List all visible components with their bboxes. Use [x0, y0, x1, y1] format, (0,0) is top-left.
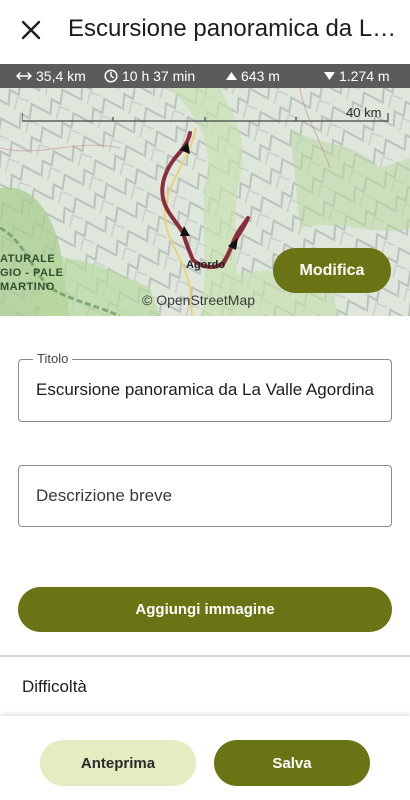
close-icon: [21, 20, 41, 40]
title-field[interactable]: Titolo Escursione panoramica da La Valle…: [18, 351, 392, 422]
map-scale-label: 40 km: [346, 105, 382, 120]
preview-button[interactable]: Anteprima: [40, 740, 196, 786]
map-town-label: Agordo: [186, 259, 226, 271]
title-field-label: Titolo: [33, 351, 73, 366]
triangle-down-icon: [324, 72, 335, 80]
region-label-line: GIO - PALE: [0, 267, 64, 279]
add-image-button[interactable]: Aggiungi immagine: [18, 587, 392, 632]
stat-descent: 1.274 m: [324, 64, 390, 88]
title-input[interactable]: Escursione panoramica da La Valle Agordi…: [36, 380, 376, 400]
triangle-up-icon: [226, 72, 237, 80]
region-label-line: MARTINO: [0, 281, 55, 293]
save-button[interactable]: Salva: [214, 740, 370, 786]
description-input[interactable]: Descrizione breve: [36, 486, 172, 506]
distance-value: 35,4 km: [36, 68, 86, 84]
ascent-value: 643 m: [241, 68, 280, 84]
arrows-horizontal-icon: [16, 72, 32, 80]
tour-stats-bar: 35,4 km 10 h 37 min 643 m 1.274 m: [0, 64, 410, 88]
clock-icon: [104, 69, 118, 83]
close-button[interactable]: [14, 13, 48, 47]
bottom-action-bar: Anteprima Salva: [0, 716, 410, 800]
stat-duration: 10 h 37 min: [104, 64, 195, 88]
map-scale-bar: [22, 113, 389, 122]
stat-ascent: 643 m: [226, 64, 280, 88]
map-attribution: © OpenStreetMap: [142, 292, 256, 308]
duration-value: 10 h 37 min: [122, 68, 196, 84]
difficulty-label: Difficoltà: [22, 677, 87, 696]
descent-value: 1.274 m: [339, 68, 390, 84]
map-region-label: ATURALE GIO - PALE MARTINO: [0, 252, 63, 294]
page-title: Escursione panoramica da La Valle Agordi…: [68, 15, 404, 42]
region-label-line: ATURALE: [0, 253, 56, 265]
app-header: Escursione panoramica da La Valle Agordi…: [0, 0, 410, 60]
edit-map-button[interactable]: Modifica: [273, 248, 391, 293]
difficulty-section[interactable]: Difficoltà: [0, 657, 410, 715]
description-field[interactable]: Descrizione breve: [18, 465, 392, 527]
stat-distance: 35,4 km: [16, 64, 86, 88]
